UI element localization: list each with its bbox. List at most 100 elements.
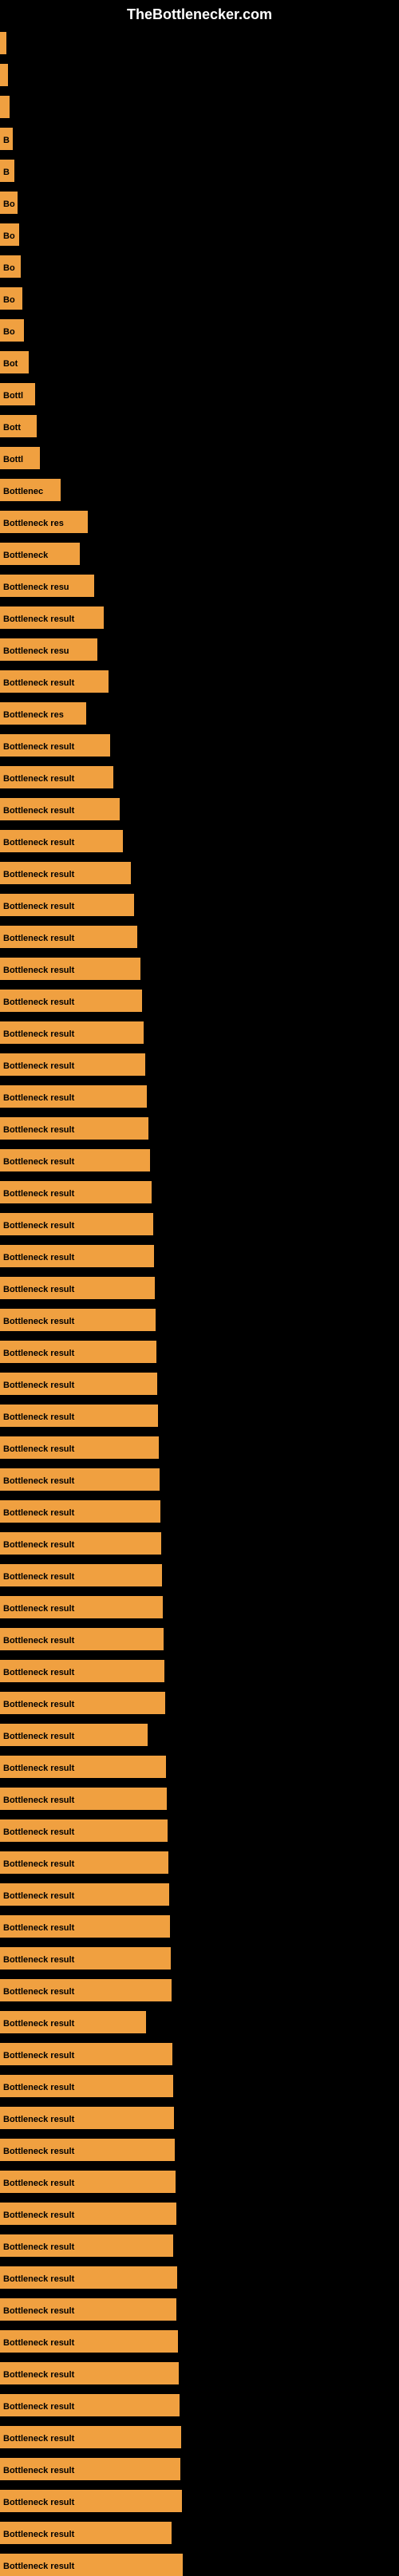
bar-label: Bottleneck result xyxy=(0,2554,183,2576)
bar-item: B xyxy=(0,160,14,182)
bar-label: Bottleneck result xyxy=(0,1277,155,1299)
bar-label: Bottleneck result xyxy=(0,894,134,916)
bar-label: Bottleneck result xyxy=(0,1436,159,1459)
bar-label: Bo xyxy=(0,255,21,278)
bar-label: Bottleneck result xyxy=(0,990,142,1012)
bar-item: Bottleneck res xyxy=(0,511,88,533)
bar-label: Bottleneck result xyxy=(0,1181,152,1203)
bar-item: Bottleneck result xyxy=(0,1628,164,1650)
bar-item: Bottleneck result xyxy=(0,1724,148,1746)
bar-item: Bottleneck result xyxy=(0,2458,180,2480)
bar-label: Bott xyxy=(0,415,37,437)
bar-label: Bottleneck result xyxy=(0,2394,180,2416)
bar-item: Bottleneck result xyxy=(0,734,110,757)
bar-item: Bottleneck result xyxy=(0,958,140,980)
bar-label: Bottleneck result xyxy=(0,1021,144,1044)
bar-item: Bottleneck result xyxy=(0,1309,156,1331)
bar-label: Bottleneck result xyxy=(0,1564,162,1586)
bar-label: Bottl xyxy=(0,383,35,405)
bar-item: Bottleneck result xyxy=(0,1213,153,1235)
bar-item: Bottleneck result xyxy=(0,2522,172,2544)
bar-label: Bottleneck result xyxy=(0,2490,182,2512)
bar-label: Bottleneck result xyxy=(0,1788,167,1810)
bar-item: Bottleneck result xyxy=(0,1436,159,1459)
bar-item: Bottleneck result xyxy=(0,606,104,629)
bar-label: Bottleneck result xyxy=(0,1245,154,1267)
bar-label: Bottleneck resu xyxy=(0,575,94,597)
bar-item: Bottleneck result xyxy=(0,2139,175,2161)
bar-label: B xyxy=(0,128,13,150)
bar-item: Bottleneck result xyxy=(0,990,142,1012)
bar-label xyxy=(0,96,10,118)
bar-item: Bottleneck result xyxy=(0,2394,180,2416)
bar-label: Bottleneck result xyxy=(0,1851,168,1874)
bar-label: Bot xyxy=(0,351,29,373)
bar-item: Bottleneck result xyxy=(0,1245,154,1267)
bar-label: Bottleneck result xyxy=(0,1405,158,1427)
bar-label: Bottleneck res xyxy=(0,702,86,725)
bar-item: Bottleneck result xyxy=(0,1149,150,1171)
bar-item: Bottleneck result xyxy=(0,1053,145,1076)
bar-label: Bottleneck result xyxy=(0,1819,168,1842)
bar-item: Bottleneck result xyxy=(0,1373,157,1395)
bar-label: Bottleneck result xyxy=(0,2234,173,2257)
bar-item: Bottleneck result xyxy=(0,798,120,820)
bar-label: Bottleneck result xyxy=(0,1117,148,1140)
bar-label: Bottlenec xyxy=(0,479,61,501)
bar-label: Bottleneck result xyxy=(0,606,104,629)
bar-label: Bottleneck result xyxy=(0,862,131,884)
bar-label: Bottleneck result xyxy=(0,2458,180,2480)
bar-label: Bottl xyxy=(0,447,40,469)
bar-item: Bottleneck result xyxy=(0,894,134,916)
bar-label: Bo xyxy=(0,192,18,214)
bar-item: Bottleneck result xyxy=(0,1788,167,1810)
bar-item: Bottleneck result xyxy=(0,1819,168,1842)
bar-label: Bottleneck result xyxy=(0,2522,172,2544)
bar-item: Bottleneck result xyxy=(0,2107,174,2129)
bar-label: Bottleneck res xyxy=(0,511,88,533)
bar-item: Bottleneck result xyxy=(0,1596,163,1618)
bar-item: Bottleneck result xyxy=(0,2203,176,2225)
bar-label: Bottleneck result xyxy=(0,734,110,757)
bar-label: Bottleneck result xyxy=(0,1979,172,2001)
bar-item: Bottleneck result xyxy=(0,1979,172,2001)
bar-label: Bo xyxy=(0,287,22,310)
bar-item: Bottleneck result xyxy=(0,862,131,884)
bar-label: Bottleneck result xyxy=(0,1341,156,1363)
bar-item: Bottleneck result xyxy=(0,2043,172,2065)
bar-label: Bottleneck result xyxy=(0,1756,166,1778)
bar-item: Bottleneck result xyxy=(0,2426,181,2448)
bar-item: Bottleneck resu xyxy=(0,575,94,597)
bar-label: Bottleneck result xyxy=(0,2330,178,2353)
bar-item: Bottleneck result xyxy=(0,2490,182,2512)
bar-label: Bottleneck xyxy=(0,543,80,565)
site-title: TheBottlenecker.com xyxy=(127,6,272,23)
bar-label: Bo xyxy=(0,319,24,342)
bar-label: Bottleneck result xyxy=(0,1468,160,1491)
bar-item: Bott xyxy=(0,415,37,437)
bar-label: Bottleneck result xyxy=(0,2107,174,2129)
bar-item: Bottleneck result xyxy=(0,1468,160,1491)
bar-item xyxy=(0,96,10,118)
bar-item: Bottleneck result xyxy=(0,1851,168,1874)
bar-label: Bottleneck result xyxy=(0,798,120,820)
bar-label: Bottleneck result xyxy=(0,2011,146,2033)
bar-label: Bottleneck result xyxy=(0,670,109,693)
bar-item: Bottleneck result xyxy=(0,1947,171,1970)
bar-item: Bottleneck result xyxy=(0,1915,170,1938)
bar-label: Bottleneck result xyxy=(0,2171,176,2193)
bar-label: B xyxy=(0,160,14,182)
bar-item: Bottleneck result xyxy=(0,1277,155,1299)
bar-item: Bot xyxy=(0,351,29,373)
bar-item: Bottleneck result xyxy=(0,926,137,948)
bar-item: Bottleneck result xyxy=(0,1500,160,1523)
bar-label: Bottleneck result xyxy=(0,1309,156,1331)
bar-item: Bottleneck result xyxy=(0,2266,177,2289)
bar-label: Bottleneck result xyxy=(0,958,140,980)
bar-label xyxy=(0,32,6,54)
bar-label: Bottleneck result xyxy=(0,1500,160,1523)
bar-item: Bottleneck result xyxy=(0,766,113,788)
bar-item: Bottleneck result xyxy=(0,1883,169,1906)
bar-item: Bottleneck result xyxy=(0,2362,179,2384)
bar-label: Bottleneck result xyxy=(0,1724,148,1746)
